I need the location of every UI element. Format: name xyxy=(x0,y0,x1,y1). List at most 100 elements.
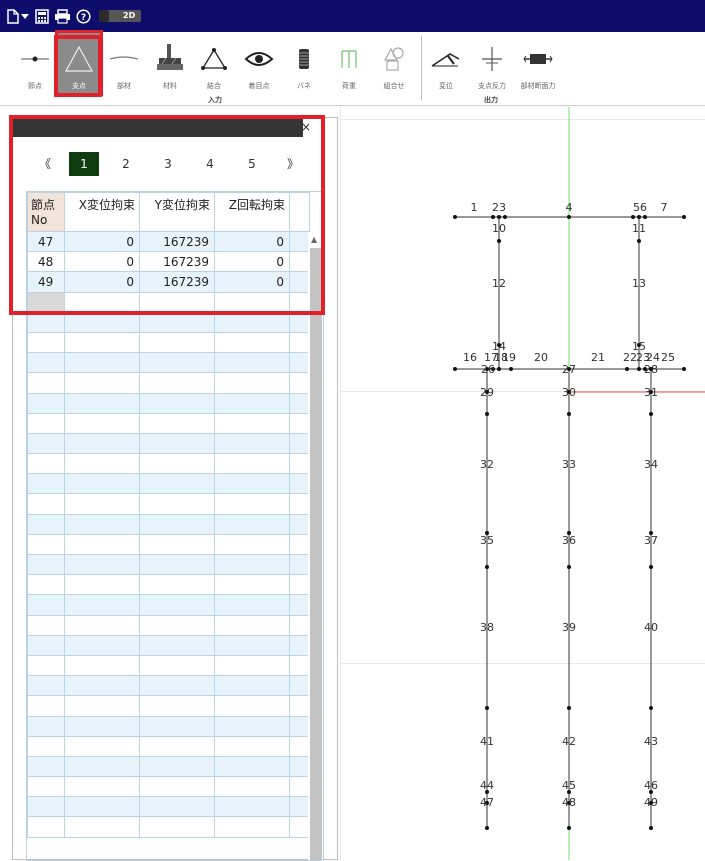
cell-y-restraint[interactable] xyxy=(139,776,215,798)
cell-x-restraint[interactable]: 0 xyxy=(64,251,140,273)
cell-x-restraint[interactable] xyxy=(64,776,140,798)
cell-x-restraint[interactable] xyxy=(64,715,140,737)
node-point[interactable] xyxy=(649,412,653,416)
table-row[interactable] xyxy=(27,735,310,757)
table-row[interactable] xyxy=(27,331,310,354)
table-row[interactable] xyxy=(27,776,310,798)
cell-x-restraint[interactable]: 0 xyxy=(64,230,140,253)
cell-y-restraint[interactable] xyxy=(139,432,215,455)
table-row[interactable] xyxy=(27,493,310,515)
table-row[interactable] xyxy=(27,392,310,414)
cell-y-restraint[interactable] xyxy=(139,755,215,778)
table-row[interactable] xyxy=(27,715,310,737)
cell-node-no[interactable] xyxy=(27,695,65,717)
table-row[interactable] xyxy=(27,533,310,556)
node-point[interactable] xyxy=(567,215,571,219)
cell-y-restraint[interactable] xyxy=(139,553,215,576)
tool-node[interactable]: 節点 xyxy=(13,32,57,94)
scroll-up-icon[interactable]: ▲ xyxy=(311,235,317,244)
support-grid[interactable]: 節点 No X変位拘束 Y変位拘束 Z回転拘束 47 0 167239 0 48 0 167… xyxy=(26,191,324,861)
cell-z-rotation[interactable] xyxy=(214,796,290,818)
cell-node-no[interactable]: 48 xyxy=(27,251,65,273)
cell-x-restraint[interactable]: 0 xyxy=(64,271,140,293)
table-row[interactable] xyxy=(27,574,310,596)
cell-y-restraint[interactable] xyxy=(139,533,215,556)
cell-node-no[interactable] xyxy=(27,755,65,778)
node-point[interactable] xyxy=(497,215,501,219)
cell-z-rotation[interactable] xyxy=(214,513,290,535)
cell-z-rotation[interactable] xyxy=(214,331,290,354)
table-row[interactable] xyxy=(27,816,310,838)
grid-scrollbar[interactable]: ▲ xyxy=(308,232,323,860)
table-row[interactable] xyxy=(27,755,310,778)
cell-z-rotation[interactable] xyxy=(214,614,290,636)
table-row[interactable]: 49 0 167239 0 xyxy=(27,271,310,293)
cell-z-rotation[interactable] xyxy=(214,473,290,495)
cell-node-no[interactable] xyxy=(27,473,65,495)
cell-z-rotation[interactable]: 0 xyxy=(214,230,290,253)
cell-node-no[interactable] xyxy=(27,776,65,798)
structure-model[interactable]: 1 23 4 56 710 1112 1314 1516 171819 20 21 22 2324 252… xyxy=(340,107,705,860)
table-row[interactable] xyxy=(27,412,310,434)
cell-y-restraint[interactable] xyxy=(139,614,215,636)
close-icon[interactable]: × xyxy=(299,120,313,134)
node-point[interactable] xyxy=(497,239,501,243)
cell-z-rotation[interactable] xyxy=(214,412,290,434)
cell-y-restraint[interactable] xyxy=(139,654,215,677)
table-row[interactable] xyxy=(27,291,310,313)
node-point[interactable] xyxy=(682,367,686,371)
node-point[interactable] xyxy=(649,706,653,710)
cell-x-restraint[interactable] xyxy=(64,493,140,515)
cell-node-no[interactable] xyxy=(27,392,65,414)
cell-x-restraint[interactable] xyxy=(64,574,140,596)
print-icon[interactable] xyxy=(54,9,71,24)
node-point[interactable] xyxy=(649,565,653,569)
node-point[interactable] xyxy=(625,367,629,371)
chevron-down-icon[interactable] xyxy=(21,14,29,20)
cell-node-no[interactable] xyxy=(27,533,65,556)
cell-y-restraint[interactable] xyxy=(139,796,215,818)
cell-node-no[interactable] xyxy=(27,453,65,475)
cell-node-no[interactable] xyxy=(27,412,65,434)
2d-toggle[interactable]: 2D xyxy=(99,10,141,22)
cell-node-no[interactable]: 49 xyxy=(27,271,65,293)
help-icon[interactable]: ? xyxy=(76,9,91,24)
table-row[interactable] xyxy=(27,675,310,697)
tool-section-force[interactable]: 部材断面力 xyxy=(516,32,560,94)
table-row[interactable] xyxy=(27,634,310,656)
cell-z-rotation[interactable] xyxy=(214,594,290,616)
node-point[interactable] xyxy=(643,215,647,219)
cell-node-no[interactable] xyxy=(27,675,65,697)
node-point[interactable] xyxy=(497,367,501,371)
cell-y-restraint[interactable]: 167239 xyxy=(139,230,215,253)
tool-joint[interactable]: 結合 xyxy=(192,32,236,94)
cell-x-restraint[interactable] xyxy=(64,614,140,636)
cell-y-restraint[interactable] xyxy=(139,493,215,515)
tool-load[interactable]: 荷重 xyxy=(327,32,371,94)
node-point[interactable] xyxy=(649,826,653,830)
cell-node-no[interactable] xyxy=(27,331,65,354)
node-point[interactable] xyxy=(567,706,571,710)
table-row[interactable] xyxy=(27,513,310,535)
cell-node-no[interactable] xyxy=(27,715,65,737)
cell-x-restraint[interactable] xyxy=(64,432,140,455)
cell-node-no[interactable] xyxy=(27,311,65,333)
new-file-icon[interactable] xyxy=(6,9,20,24)
cell-node-no[interactable] xyxy=(27,553,65,576)
table-row[interactable] xyxy=(27,654,310,677)
cell-y-restraint[interactable] xyxy=(139,331,215,354)
cell-z-rotation[interactable] xyxy=(214,715,290,737)
cell-z-rotation[interactable] xyxy=(214,735,290,757)
node-point[interactable] xyxy=(631,215,635,219)
tool-displacement[interactable]: 変位 xyxy=(424,32,468,94)
table-row[interactable] xyxy=(27,553,310,576)
cell-z-rotation[interactable] xyxy=(214,816,290,838)
pager-first[interactable]: 《 xyxy=(35,152,55,176)
tool-reaction[interactable]: 支点反力 xyxy=(470,32,514,94)
cell-node-no[interactable] xyxy=(27,634,65,656)
cell-z-rotation[interactable] xyxy=(214,776,290,798)
node-point[interactable] xyxy=(485,565,489,569)
cell-x-restraint[interactable] xyxy=(64,735,140,757)
scroll-thumb[interactable] xyxy=(310,248,322,860)
node-point[interactable] xyxy=(567,826,571,830)
